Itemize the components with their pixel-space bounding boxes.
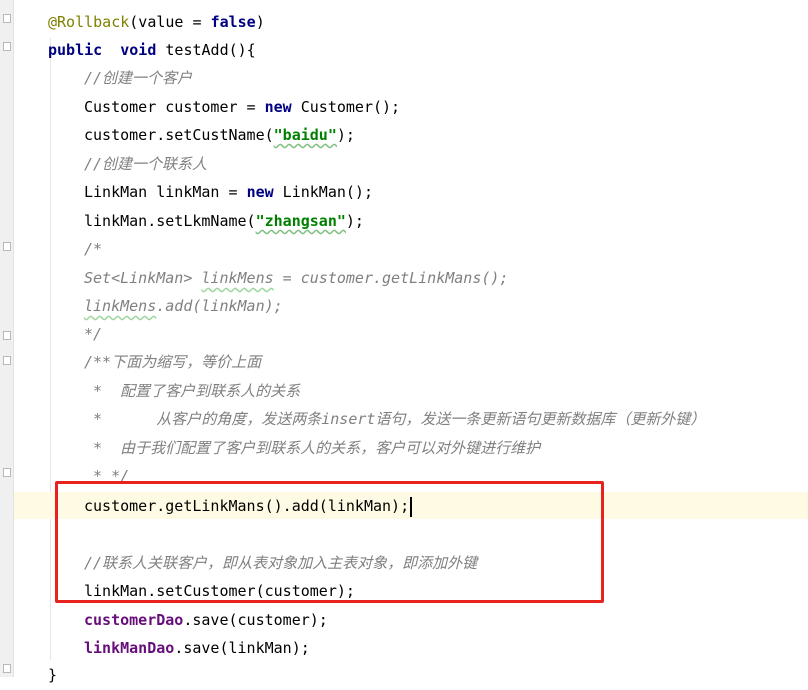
code-line-doc-comment: * 由于我们配置了客户到联系人的关系，客户可以对外键进行维护 xyxy=(84,439,541,457)
code-line-linkman-decl: LinkMan linkMan = new LinkMan(); xyxy=(84,183,373,201)
code-line-doc-comment: * 从客户的角度，发送两条insert语句，发送一条更新语句更新数据库（更新外键… xyxy=(84,410,706,428)
code-line-doc-comment: /**下面为缩写，等价上面 xyxy=(84,353,262,371)
fold-marker-icon[interactable] xyxy=(3,242,11,251)
code-line-block-comment: linkMens.add(linkMan); xyxy=(84,297,283,315)
code-line-customer-dao-save: customerDao.save(customer); xyxy=(84,611,328,629)
code-line-linkman-dao-save: linkManDao.save(linkMan); xyxy=(84,639,310,657)
editor-gutter[interactable] xyxy=(0,0,14,677)
code-line-block-comment-close: */ xyxy=(84,325,103,343)
fold-marker-icon[interactable] xyxy=(3,331,11,340)
fold-marker-icon[interactable] xyxy=(3,356,11,365)
code-line-set-cust-name: customer.setCustName("baidu"); xyxy=(84,126,355,144)
code-line-block-comment: Set<LinkMan> linkMens = customer.getLink… xyxy=(84,269,509,287)
code-line-block-comment-open: /* xyxy=(84,240,103,258)
fold-marker-icon[interactable] xyxy=(3,42,11,51)
highlight-box xyxy=(55,481,604,603)
fold-marker-icon[interactable] xyxy=(3,14,11,23)
fold-marker-icon[interactable] xyxy=(3,664,11,673)
code-line-closing-brace: } xyxy=(48,666,58,684)
code-line-doc-comment: * 配置了客户到联系人的关系 xyxy=(84,382,301,400)
fold-marker-icon[interactable] xyxy=(3,468,11,477)
code-line-annotation: @Rollback(value = false) xyxy=(48,13,265,31)
code-line-customer-decl: Customer customer = new Customer(); xyxy=(84,98,401,116)
code-line-comment: //创建一个联系人 xyxy=(84,155,208,173)
code-line-method-signature: public void testAdd(){ xyxy=(48,41,256,59)
code-line-comment: //创建一个客户 xyxy=(84,69,193,87)
code-line-set-lkm-name: linkMan.setLkmName("zhangsan"); xyxy=(84,212,364,230)
indent-guide xyxy=(50,38,51,660)
